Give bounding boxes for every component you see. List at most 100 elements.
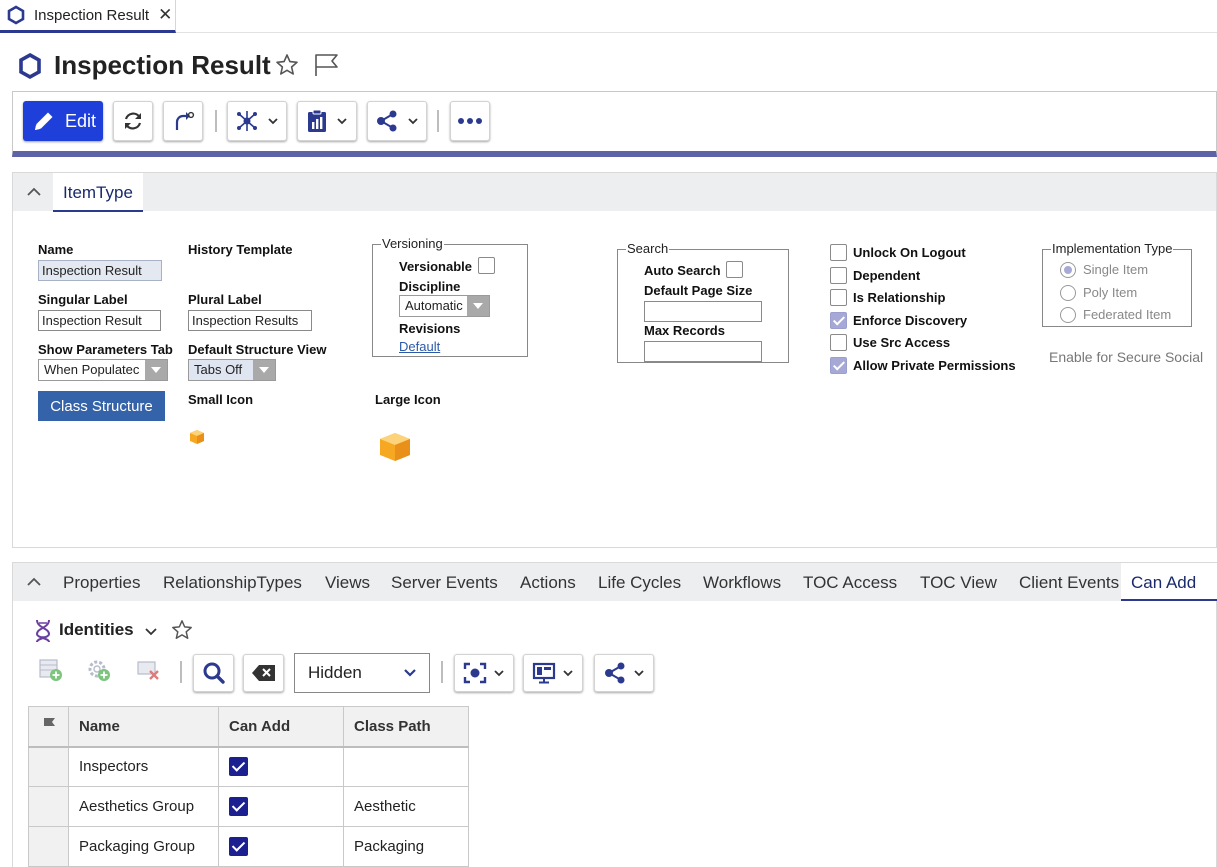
pencil-icon: [35, 112, 53, 130]
search-button[interactable]: [193, 654, 234, 692]
relationship-tab[interactable]: TOC View: [920, 563, 997, 601]
row-selector-cell[interactable]: [28, 786, 69, 827]
chevron-down-icon[interactable]: [144, 626, 158, 638]
can-add-cell[interactable]: [218, 826, 344, 867]
singular-label-label: Singular Label: [38, 292, 128, 307]
share-icon: [605, 662, 625, 684]
option-checkbox[interactable]: [830, 266, 847, 284]
large-box-icon[interactable]: [378, 431, 412, 463]
revisions-link[interactable]: Default: [399, 339, 440, 354]
class-path-cell[interactable]: Aesthetic: [343, 786, 469, 827]
option-checkbox[interactable]: [830, 334, 847, 351]
can-add-checkbox[interactable]: [229, 797, 248, 816]
name-field[interactable]: Inspection Result: [38, 260, 162, 281]
relationship-tab[interactable]: Life Cycles: [598, 563, 681, 601]
reports-menu-button[interactable]: [297, 101, 357, 141]
versionable-checkbox[interactable]: [478, 257, 495, 274]
gear-add-icon: [88, 660, 110, 681]
dropdown-arrow-icon: [467, 296, 489, 316]
flag-icon[interactable]: [313, 52, 341, 78]
class-structure-button[interactable]: Class Structure: [38, 391, 165, 421]
grid-toolbar-separator: [441, 661, 443, 683]
edit-button[interactable]: Edit: [23, 101, 103, 141]
relationship-tab[interactable]: Properties: [63, 563, 140, 601]
implementation-type-radio[interactable]: [1060, 284, 1076, 301]
name-cell[interactable]: Packaging Group: [68, 826, 219, 867]
display-menu-button[interactable]: [523, 654, 583, 692]
show-parameters-select[interactable]: When Populatec: [38, 359, 168, 381]
can-add-grid: Name Can Add Class Path Inspectors Aesthe…: [28, 706, 469, 867]
relationship-tab[interactable]: Can Add: [1121, 563, 1217, 601]
relationship-tab[interactable]: TOC Access: [803, 563, 897, 601]
option-checkbox[interactable]: [830, 244, 847, 261]
option-checkbox[interactable]: [830, 311, 847, 329]
relationship-tab[interactable]: Workflows: [703, 563, 781, 601]
tabbar-divider: [176, 32, 1217, 33]
can-add-cell[interactable]: [218, 786, 344, 827]
small-box-icon[interactable]: [189, 429, 205, 445]
workflow-route-button[interactable]: [163, 101, 203, 141]
column-header-name[interactable]: Name: [68, 706, 219, 748]
can-add-checkbox[interactable]: [229, 837, 248, 856]
versioning-legend: Versioning: [381, 236, 444, 251]
relationship-tab[interactable]: Views: [325, 563, 370, 601]
add-item-button[interactable]: [84, 655, 114, 685]
structure-menu-button[interactable]: [227, 101, 287, 141]
view-mode-select[interactable]: Hidden: [294, 653, 430, 693]
implementation-type-radio-label: Single Item: [1083, 262, 1149, 277]
capture-menu-button[interactable]: [454, 654, 514, 692]
toolbar-separator: [437, 110, 439, 132]
favorite-star-icon[interactable]: [275, 53, 299, 77]
name-cell[interactable]: Inspectors: [68, 746, 219, 787]
implementation-type-radio[interactable]: [1060, 262, 1076, 278]
relationship-tab[interactable]: RelationshipTypes: [163, 563, 302, 601]
relationship-tab[interactable]: Actions: [520, 563, 576, 601]
implementation-type-radio[interactable]: [1060, 307, 1076, 323]
delete-row-button[interactable]: [134, 655, 164, 685]
name-cell[interactable]: Aesthetics Group: [68, 786, 219, 827]
relationship-tab[interactable]: Server Events: [391, 563, 498, 601]
share-menu-button[interactable]: [594, 654, 654, 692]
share-menu-button[interactable]: [367, 101, 427, 141]
table-row[interactable]: Packaging Group Packaging: [28, 826, 469, 867]
clipboard-chart-icon: [308, 109, 326, 132]
class-path-cell[interactable]: [343, 746, 469, 787]
class-path-cell[interactable]: Packaging: [343, 826, 469, 867]
table-row[interactable]: Aesthetics Group Aesthetic: [28, 786, 469, 827]
refresh-button[interactable]: [113, 101, 153, 141]
default-page-size-field[interactable]: [644, 301, 762, 322]
flag-column-header[interactable]: [28, 706, 69, 748]
dna-icon: [35, 619, 51, 643]
column-header-class-path[interactable]: Class Path: [343, 706, 469, 748]
collapse-chevron-icon[interactable]: [26, 185, 42, 199]
tab-itemtype[interactable]: ItemType: [53, 173, 143, 212]
favorite-star-icon[interactable]: [171, 619, 193, 641]
option-checkbox[interactable]: [830, 289, 847, 306]
toolbar-separator: [215, 110, 217, 132]
discipline-select[interactable]: Automatic: [399, 295, 490, 317]
table-row[interactable]: Inspectors: [28, 746, 469, 787]
clear-search-button[interactable]: [243, 654, 284, 692]
versionable-label: Versionable: [399, 259, 472, 274]
auto-search-checkbox[interactable]: [726, 261, 743, 278]
chevron-down-icon: [494, 670, 504, 677]
row-selector-cell[interactable]: [28, 826, 69, 867]
close-tab-icon[interactable]: ✕: [158, 5, 172, 25]
singular-label-field[interactable]: Inspection Result: [38, 310, 161, 331]
plural-label-label: Plural Label: [188, 292, 262, 307]
share-icon: [377, 110, 397, 132]
can-add-cell[interactable]: [218, 746, 344, 787]
plural-label-field[interactable]: Inspection Results: [188, 310, 312, 331]
default-structure-view-select[interactable]: Tabs Off: [188, 359, 276, 381]
new-row-button[interactable]: [36, 655, 66, 685]
can-add-checkbox[interactable]: [229, 757, 248, 777]
column-header-can-add[interactable]: Can Add: [218, 706, 344, 748]
relationship-tab[interactable]: Client Events: [1019, 563, 1119, 601]
option-checkbox[interactable]: [830, 356, 847, 374]
document-tab[interactable]: Inspection Result ✕: [0, 0, 176, 33]
more-actions-button[interactable]: [450, 101, 490, 141]
row-selector-cell[interactable]: [28, 746, 69, 787]
panel-header: ItemType: [13, 173, 1216, 212]
collapse-chevron-icon[interactable]: [26, 575, 42, 589]
max-records-field[interactable]: [644, 341, 762, 362]
